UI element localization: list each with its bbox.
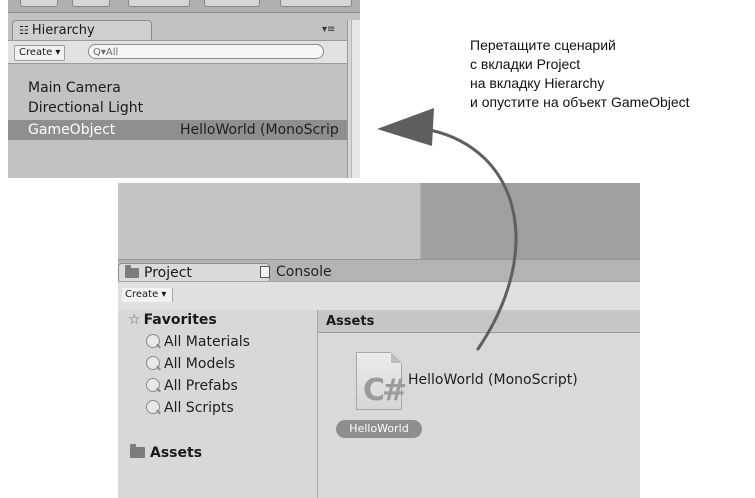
- drag-arrow-curve: [428, 128, 518, 351]
- drag-arrow-head: [377, 108, 434, 146]
- drag-arrow: [377, 108, 518, 351]
